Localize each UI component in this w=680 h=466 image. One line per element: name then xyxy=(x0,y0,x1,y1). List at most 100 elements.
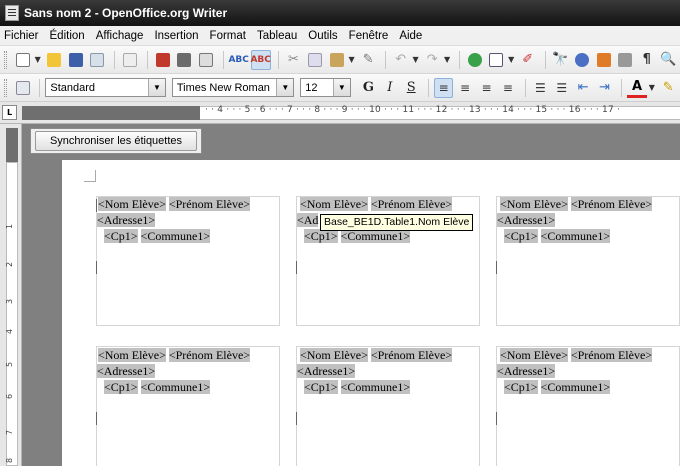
numbering-icon[interactable]: ☰ xyxy=(531,78,550,98)
autospellcheck-icon[interactable]: ABC xyxy=(250,49,271,70)
paste-icon[interactable] xyxy=(327,50,347,70)
clone-formatting-icon[interactable]: ✎ xyxy=(358,50,378,70)
font-name-select[interactable]: Times New Roman ▼ xyxy=(171,78,295,97)
field-adresse[interactable]: <Adresse1> xyxy=(97,364,156,378)
table-icon[interactable] xyxy=(486,50,506,70)
table-dropdown-icon[interactable]: ▼ xyxy=(508,55,515,64)
paragraph-style-select[interactable]: Standard ▼ xyxy=(45,78,166,97)
align-right-icon[interactable]: ≡ xyxy=(477,78,496,98)
print-preview-icon[interactable] xyxy=(196,50,216,70)
label-line: <Cp1> <Commune1> xyxy=(304,229,411,244)
label-line: <Adresse1> xyxy=(97,213,156,228)
label-line: <Nom Elève> <Prénom Elève> xyxy=(98,348,251,363)
field-prenom[interactable]: <Prénom Elève> xyxy=(168,348,251,362)
export-pdf-icon[interactable] xyxy=(153,50,173,70)
bullets-icon[interactable]: ☰ xyxy=(552,78,571,98)
zoom-icon[interactable]: 🔍 xyxy=(659,50,679,70)
field-cp[interactable]: <Cp1> xyxy=(304,229,338,243)
field-nom[interactable]: <Nom Elève> xyxy=(500,348,568,362)
spellcheck-icon[interactable]: ABC xyxy=(228,50,248,70)
menu-insertion[interactable]: Insertion xyxy=(154,30,198,42)
field-commune[interactable]: <Commune1> xyxy=(540,229,611,243)
redo-icon[interactable]: ↷ xyxy=(422,50,442,70)
vertical-ruler[interactable] xyxy=(6,162,18,466)
field-commune[interactable]: <Commune1> xyxy=(540,380,611,394)
field-cp[interactable]: <Cp1> xyxy=(104,229,138,243)
edit-file-icon[interactable] xyxy=(120,50,140,70)
chevron-down-icon[interactable]: ▼ xyxy=(332,79,350,96)
align-center-icon[interactable]: ≡ xyxy=(455,78,474,98)
menu-fichier[interactable]: Fichier xyxy=(4,30,39,42)
field-cp[interactable]: <Cp1> xyxy=(104,380,138,394)
email-icon[interactable] xyxy=(88,50,108,70)
field-adresse[interactable]: <Adresse1> xyxy=(97,213,156,227)
label-line: <Adresse1> xyxy=(297,364,356,379)
font-size-select[interactable]: 12 ▼ xyxy=(300,78,351,97)
field-nom[interactable]: <Nom Elève> xyxy=(500,197,568,211)
redo-dropdown-icon[interactable]: ▼ xyxy=(444,55,451,64)
field-nom[interactable]: <Nom Elève> xyxy=(300,348,368,362)
field-nom[interactable]: <Nom Elève> xyxy=(98,197,166,211)
menu-format[interactable]: Format xyxy=(210,30,246,42)
field-nom[interactable]: <Nom Elève> xyxy=(300,197,368,211)
save-icon[interactable] xyxy=(66,50,86,70)
align-left-icon[interactable]: ≡ xyxy=(433,77,454,98)
decrease-indent-icon[interactable]: ⇤ xyxy=(573,78,592,98)
toolbar-grip[interactable] xyxy=(4,78,7,97)
copy-icon[interactable] xyxy=(305,50,325,70)
chevron-down-icon[interactable]: ▼ xyxy=(147,79,165,96)
chevron-down-icon[interactable]: ▼ xyxy=(276,79,294,96)
menu-affichage[interactable]: Affichage xyxy=(96,30,144,42)
menu-tableau[interactable]: Tableau xyxy=(257,30,297,42)
gallery-icon[interactable] xyxy=(594,50,614,70)
new-document-icon[interactable] xyxy=(13,50,33,70)
field-cp[interactable]: <Cp1> xyxy=(304,380,338,394)
menu-edition[interactable]: Édition xyxy=(50,30,85,42)
field-commune[interactable]: <Commune1> xyxy=(140,229,211,243)
formatting-marks-icon[interactable]: ¶ xyxy=(637,50,657,70)
data-sources-icon[interactable] xyxy=(615,50,635,70)
font-name-value: Times New Roman xyxy=(176,81,270,94)
field-cp[interactable]: <Cp1> xyxy=(504,380,538,394)
field-adresse-partial[interactable]: <Ad xyxy=(297,213,319,227)
field-prenom[interactable]: <Prénom Elève> xyxy=(570,197,653,211)
field-prenom[interactable]: <Prénom Elève> xyxy=(370,348,453,362)
field-commune[interactable]: <Commune1> xyxy=(340,380,411,394)
field-adresse[interactable]: <Adresse1> xyxy=(297,364,356,378)
field-adresse[interactable]: <Adresse1> xyxy=(497,364,556,378)
field-prenom[interactable]: <Prénom Elève> xyxy=(168,197,251,211)
draw-functions-icon[interactable]: ✐ xyxy=(518,50,538,70)
sync-labels-button[interactable]: Synchroniser les étiquettes xyxy=(35,131,197,151)
field-prenom[interactable]: <Prénom Elève> xyxy=(570,348,653,362)
styles-formatting-icon[interactable] xyxy=(13,78,32,98)
field-commune[interactable]: <Commune1> xyxy=(340,229,411,243)
bold-button[interactable]: G xyxy=(359,78,378,98)
find-replace-icon[interactable]: 🔭 xyxy=(551,50,571,70)
font-color-icon[interactable]: A xyxy=(627,78,647,98)
field-commune[interactable]: <Commune1> xyxy=(140,380,211,394)
field-prenom[interactable]: <Prénom Elève> xyxy=(370,197,453,211)
undo-dropdown-icon[interactable]: ▼ xyxy=(413,55,420,64)
field-cp[interactable]: <Cp1> xyxy=(504,229,538,243)
field-adresse[interactable]: <Adresse1> xyxy=(497,213,556,227)
increase-indent-icon[interactable]: ⇥ xyxy=(595,78,614,98)
hyperlink-icon[interactable] xyxy=(465,50,485,70)
tab-stop-selector-icon[interactable]: L xyxy=(2,105,17,120)
italic-button[interactable]: I xyxy=(380,78,399,98)
field-nom[interactable]: <Nom Elève> xyxy=(98,348,166,362)
open-icon[interactable] xyxy=(44,50,64,70)
toolbar-grip[interactable] xyxy=(4,50,7,69)
underline-button[interactable]: S xyxy=(402,78,421,98)
cut-icon[interactable]: ✂ xyxy=(284,50,304,70)
print-icon[interactable] xyxy=(174,50,194,70)
new-document-dropdown-icon[interactable]: ▼ xyxy=(35,55,42,64)
highlighting-icon[interactable]: ✎ xyxy=(658,78,677,98)
menu-outils[interactable]: Outils xyxy=(308,30,337,42)
undo-icon[interactable]: ↶ xyxy=(391,50,411,70)
justify-icon[interactable]: ≡ xyxy=(498,78,517,98)
paste-dropdown-icon[interactable]: ▼ xyxy=(348,55,355,64)
menu-aide[interactable]: Aide xyxy=(399,30,422,42)
font-color-dropdown-icon[interactable]: ▼ xyxy=(649,83,656,92)
menu-fenetre[interactable]: Fenêtre xyxy=(349,30,389,42)
navigator-icon[interactable] xyxy=(572,50,592,70)
